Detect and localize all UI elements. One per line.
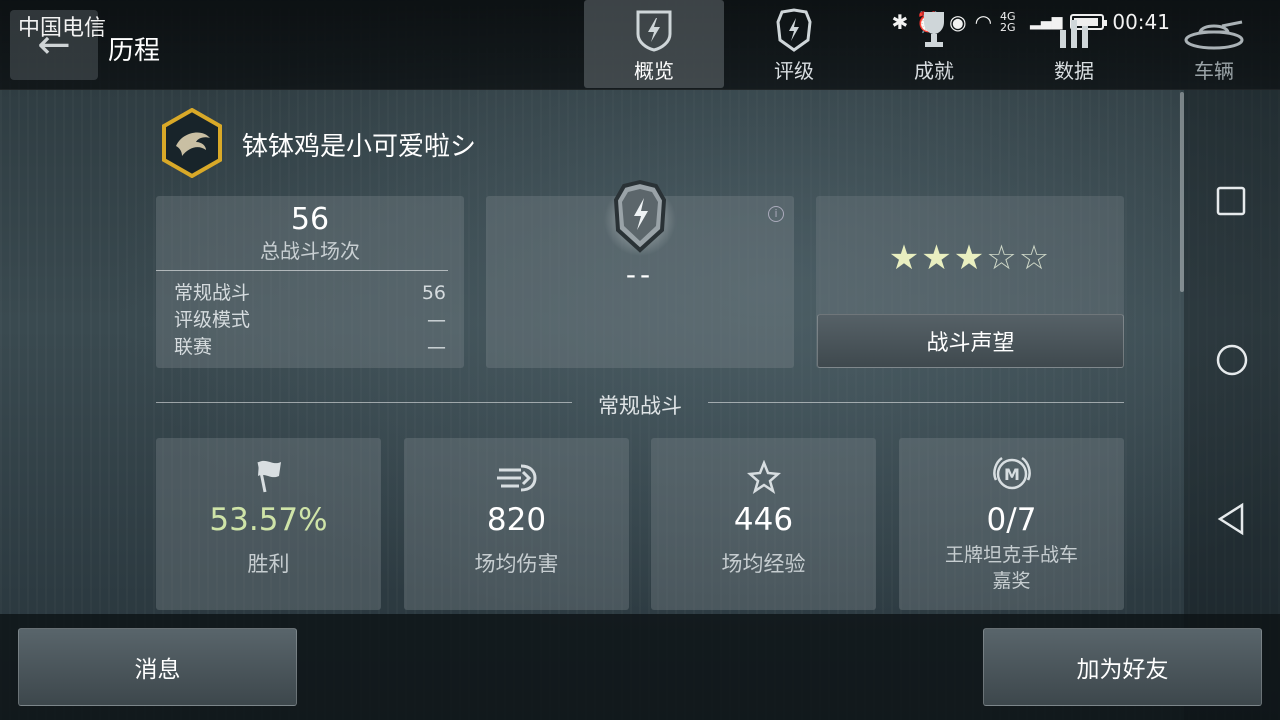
- home-icon[interactable]: [1216, 344, 1248, 380]
- total-battles-value: 56: [290, 202, 330, 237]
- battle-type-value: —: [427, 336, 446, 358]
- section-label: 常规战斗: [598, 394, 682, 418]
- battle-type-value: 56: [421, 282, 446, 304]
- shield-lightning-icon: [632, 5, 676, 55]
- star-filled-icon: ★: [921, 238, 954, 278]
- bar-chart-icon: [1054, 5, 1094, 55]
- tab-rating-label: 评级: [774, 59, 814, 83]
- mastery-value: 0/7: [986, 502, 1037, 538]
- battle-type-label: 常规战斗: [174, 282, 251, 304]
- star-filled-icon: ★: [888, 238, 922, 278]
- star-outline-icon: [651, 438, 876, 494]
- avg-damage-value: 820: [486, 502, 547, 538]
- battle-type-value: —: [427, 309, 446, 331]
- battle-type-row: 联赛 —: [174, 334, 446, 361]
- tab-vehicles[interactable]: 车辆: [1144, 0, 1280, 88]
- recent-apps-icon[interactable]: [1216, 186, 1246, 220]
- tab-achievements-label: 成就: [914, 59, 954, 83]
- tab-data-label: 数据: [1054, 59, 1094, 83]
- rating-shield-icon: [774, 5, 814, 55]
- battle-type-label: 联赛: [174, 336, 213, 358]
- section-header: 常规战斗: [156, 390, 1124, 418]
- mastery-badge-icon: M: [899, 438, 1124, 494]
- star-empty-icon: ☆: [1018, 238, 1052, 278]
- tab-achievements[interactable]: 成就: [864, 0, 1004, 88]
- carrier-label: 中国电信: [18, 16, 107, 41]
- rating-shield-icon: [604, 176, 676, 266]
- battle-type-row: 常规战斗 56: [174, 280, 446, 307]
- prestige-stars: ★★★☆☆: [816, 238, 1124, 278]
- tab-rating[interactable]: 评级: [724, 0, 864, 88]
- tab-overview[interactable]: 概览: [584, 0, 724, 88]
- avg-damage-label: 场均伤害: [474, 552, 559, 576]
- battle-type-row: 评级模式 —: [174, 307, 446, 334]
- player-avatar: [160, 107, 224, 179]
- back-triangle-icon[interactable]: [1216, 502, 1246, 540]
- add-friend-button[interactable]: 加为好友: [983, 628, 1262, 706]
- damage-icon: [404, 438, 629, 494]
- total-battles-label: 总战斗场次: [260, 239, 360, 263]
- player-name: 钵钵鸡是小可爱啦シ: [242, 132, 477, 162]
- avg-exp-value: 446: [733, 502, 794, 538]
- stat-card-avg-damage[interactable]: 820 场均伤害: [404, 438, 629, 610]
- stat-card-avg-exp[interactable]: 446 场均经验: [651, 438, 876, 610]
- tab-data[interactable]: 数据: [1004, 0, 1144, 88]
- trophy-icon: [914, 5, 954, 55]
- flag-icon: [156, 438, 381, 494]
- tab-vehicles-label: 车辆: [1194, 59, 1234, 83]
- mastery-label-line: 嘉奖: [992, 570, 1031, 592]
- battle-type-label: 评级模式: [174, 309, 251, 331]
- win-rate-value: 53.57%: [209, 502, 328, 538]
- star-filled-icon: ★: [953, 238, 987, 278]
- mastery-label-line: 王牌坦克手战车: [944, 544, 1078, 566]
- win-rate-label: 胜利: [247, 552, 290, 576]
- mastery-label: 王牌坦克手战车 嘉奖: [899, 542, 1124, 594]
- battles-panel: 56 总战斗场次 常规战斗 56 评级模式 — 联赛 —: [156, 196, 464, 368]
- svg-text:M: M: [1004, 465, 1020, 484]
- tab-overview-label: 概览: [634, 59, 674, 83]
- star-empty-icon: ☆: [986, 238, 1019, 278]
- stat-card-win-rate[interactable]: 53.57% 胜利: [156, 438, 381, 610]
- divider: [156, 270, 448, 271]
- avg-exp-label: 场均经验: [721, 552, 806, 576]
- tab-bar: 概览 评级 成就 数据 车辆: [584, 0, 1280, 88]
- battle-prestige-button[interactable]: 战斗声望: [817, 314, 1124, 368]
- scrollbar[interactable]: [1180, 92, 1184, 292]
- info-icon[interactable]: i: [768, 206, 784, 222]
- stat-card-mastery[interactable]: M 0/7 王牌坦克手战车 嘉奖: [899, 438, 1124, 610]
- message-button[interactable]: 消息: [18, 628, 297, 706]
- tank-icon: [1182, 5, 1246, 55]
